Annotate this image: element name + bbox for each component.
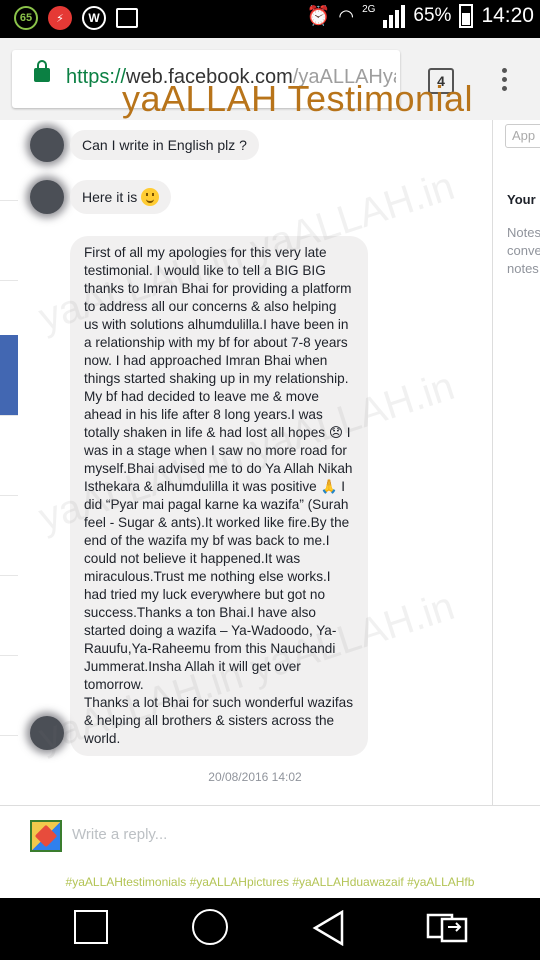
panel-input[interactable]: App	[505, 124, 540, 148]
conversation-item[interactable]	[0, 655, 18, 736]
panel-notes-line: notes	[507, 261, 539, 276]
messenger-view: Can I write in English plz ? Here it is …	[0, 120, 540, 805]
message-bubble: Can I write in English plz ?	[70, 130, 259, 160]
wifi-icon: ◠	[338, 5, 355, 26]
network-type-label: 2G	[362, 4, 376, 15]
android-navigation-bar	[0, 898, 540, 960]
conversation-item[interactable]	[0, 575, 18, 656]
overflow-menu-icon[interactable]	[502, 68, 508, 95]
message-text: Here it is	[82, 189, 138, 205]
gallery-icon	[116, 8, 138, 28]
system-icons: ⏰ ◠ 2G 65% 14:20	[307, 4, 534, 28]
flash-app-icon: ⚡	[48, 6, 72, 30]
avatar	[30, 128, 64, 162]
message-row	[30, 716, 64, 750]
overlay-title: yaALLAH Testimonial	[122, 78, 474, 119]
message-row	[30, 128, 64, 162]
profile-thumbnail-icon	[30, 820, 62, 852]
message-timestamp: 20/08/2016 14:02	[208, 770, 302, 784]
home-button[interactable]	[192, 909, 228, 945]
conversation-item[interactable]	[0, 495, 18, 576]
avatar	[30, 716, 64, 750]
hashtag-footer: #yaALLAHtestimonials #yaALLAHpictures #y…	[0, 866, 540, 898]
notification-icons: 65 ⚡ W	[14, 6, 138, 30]
avatar	[30, 180, 64, 214]
panel-heading: Your r	[507, 192, 540, 207]
signal-icon	[383, 4, 406, 28]
conversation-item[interactable]	[0, 200, 18, 281]
battery-percent: 65%	[413, 5, 452, 26]
reply-input[interactable]: Write a reply...	[72, 826, 167, 843]
message-bubble-long: First of all my apologies for this very …	[70, 236, 368, 756]
status-bar: 65 ⚡ W ⏰ ◠ 2G 65% 14:20	[0, 0, 540, 38]
clock: 14:20	[481, 4, 534, 27]
conversation-list-strip	[0, 120, 19, 805]
app-switch-icon[interactable]	[426, 911, 468, 943]
url-scheme: https://	[66, 66, 127, 88]
conversation-item-active[interactable]	[0, 335, 18, 416]
conversation-item[interactable]	[0, 120, 18, 201]
chat-thread: Can I write in English plz ? Here it is …	[18, 120, 505, 805]
lock-icon	[34, 60, 50, 82]
panel-notes-line: conve	[507, 243, 540, 258]
app-w-icon: W	[82, 6, 106, 30]
back-button[interactable]	[312, 910, 346, 946]
notification-badge-icon: 65	[14, 6, 38, 30]
battery-icon	[459, 4, 474, 28]
details-panel: App Your r Notes conve notes	[492, 120, 540, 805]
recent-apps-button[interactable]	[74, 910, 108, 944]
reply-bar: Write a reply...	[0, 805, 540, 866]
message-row	[30, 180, 64, 214]
alarm-icon: ⏰	[306, 6, 331, 27]
panel-notes-line: Notes	[507, 225, 540, 240]
message-bubble: Here it is	[70, 180, 172, 214]
conversation-item[interactable]	[0, 735, 18, 805]
panel-notes: Notes conve notes	[507, 224, 540, 278]
smiley-emoji-icon	[141, 188, 160, 206]
conversation-item[interactable]	[0, 415, 18, 496]
